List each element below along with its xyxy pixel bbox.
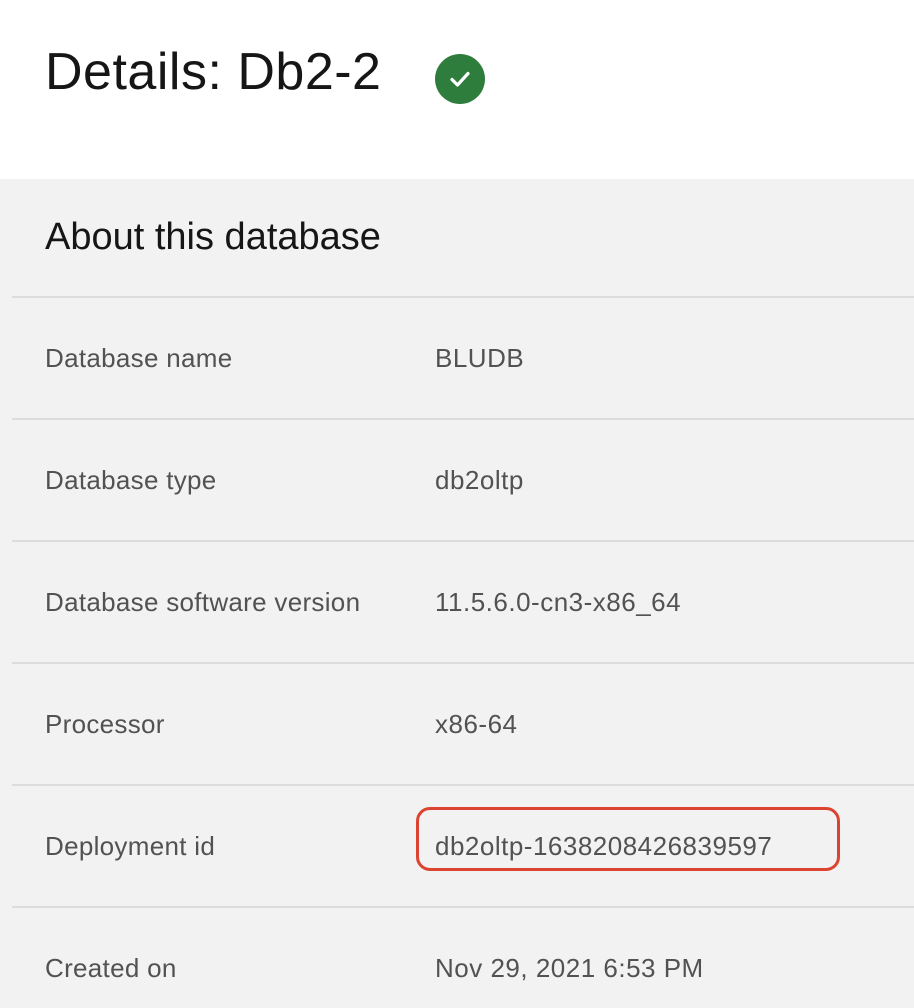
detail-value: 11.5.6.0-cn3-x86_64 [435,586,682,617]
detail-label: Database software version [45,586,361,617]
detail-row-software-version: Database software version 11.5.6.0-cn3-x… [12,540,914,662]
panel-title: About this database [45,216,381,258]
detail-label: Deployment id [45,830,216,861]
details-list: Database name BLUDB Database type db2olt… [12,296,914,1008]
detail-label: Database name [45,342,233,373]
details-page: Details: Db2-2 About this database Datab… [0,0,914,1008]
detail-row-created-on: Created on Nov 29, 2021 6:53 PM [12,906,914,1008]
about-database-panel: About this database Database name BLUDB … [0,179,914,1008]
detail-label: Created on [45,952,177,983]
detail-value: Nov 29, 2021 6:53 PM [435,952,704,983]
detail-row-database-type: Database type db2oltp [12,418,914,540]
checkmark-icon [450,71,470,87]
detail-value: x86-64 [435,708,518,739]
page-title: Details: Db2-2 [45,43,382,101]
detail-row-processor: Processor x86-64 [12,662,914,784]
page-header: Details: Db2-2 [0,0,914,179]
detail-value: BLUDB [435,342,525,373]
detail-row-database-name: Database name BLUDB [12,296,914,418]
detail-value: db2oltp [435,464,524,495]
detail-label: Processor [45,708,165,739]
detail-row-deployment-id: Deployment id db2oltp-1638208426839597 [12,784,914,906]
deployment-id-value: db2oltp-1638208426839597 [435,830,773,861]
detail-label: Database type [45,464,217,495]
checkmark-circle-icon [435,54,485,104]
